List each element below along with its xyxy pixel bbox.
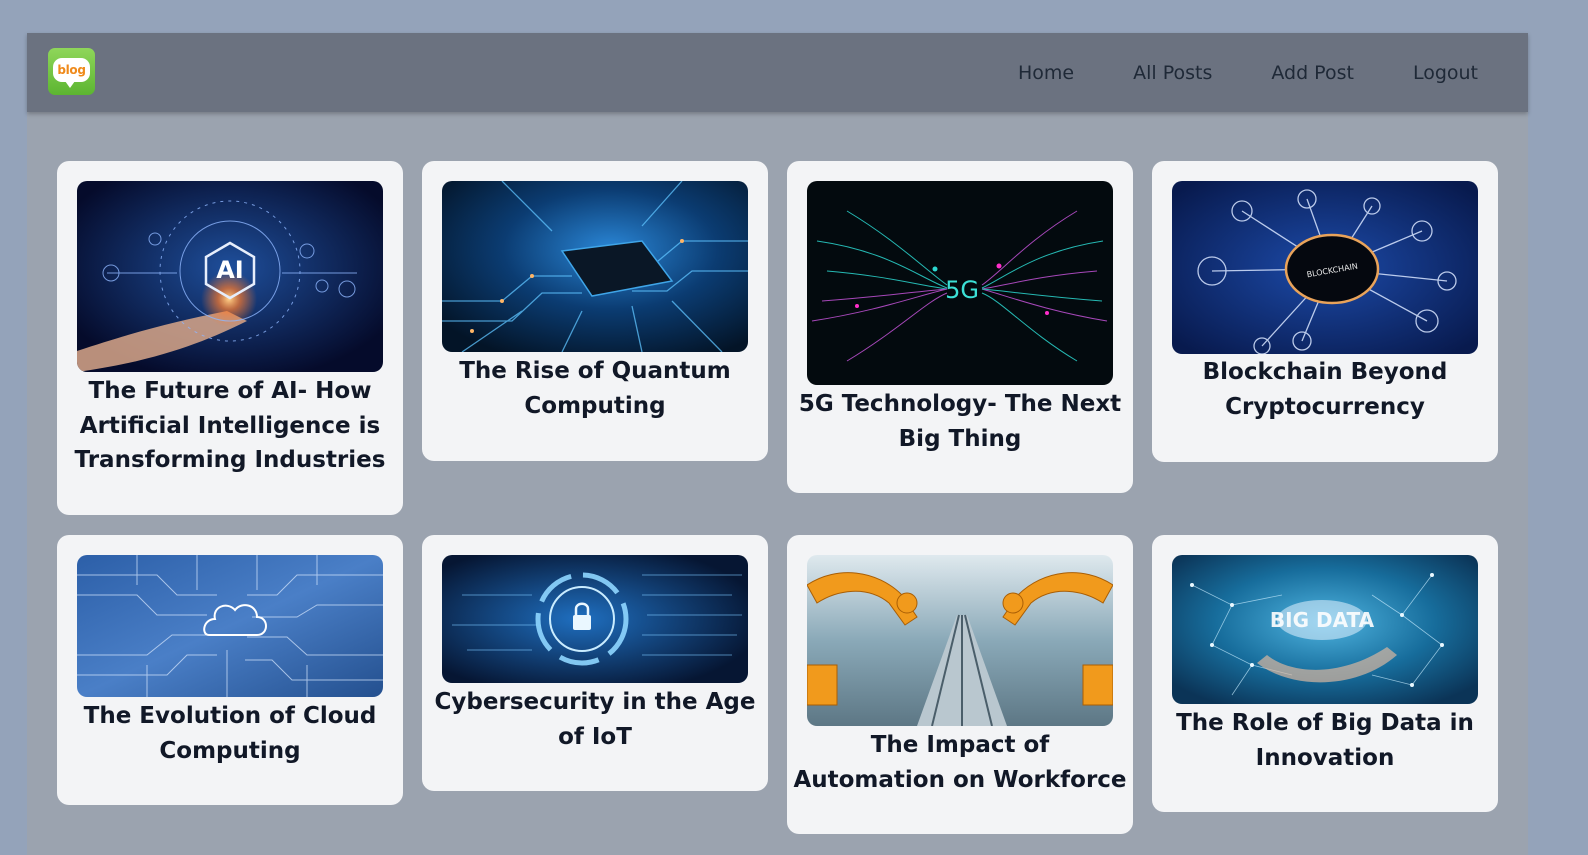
nav-link-add-post[interactable]: Add Post: [1271, 62, 1354, 84]
post-card[interactable]: The Evolution of Cloud Computing: [57, 535, 403, 805]
post-card[interactable]: BIG DATA The Role of Big Data in Innovat…: [1152, 535, 1498, 812]
post-title[interactable]: The Future of AI- How Artificial Intelli…: [57, 374, 403, 478]
post-image: [77, 555, 383, 697]
image-label: 5G: [945, 276, 979, 304]
post-card[interactable]: AI The Future of AI- How Artificial Inte…: [57, 161, 403, 515]
page-frame: blog Home All Posts Add Post Logout AI T…: [27, 33, 1528, 855]
post-image: [442, 181, 748, 352]
post-card[interactable]: Cybersecurity in the Age of IoT: [422, 535, 768, 791]
nav-link-logout[interactable]: Logout: [1413, 62, 1478, 84]
post-title[interactable]: The Evolution of Cloud Computing: [57, 699, 403, 768]
post-card[interactable]: The Impact of Automation on Workforce: [787, 535, 1133, 834]
image-label: AI: [216, 256, 244, 284]
blog-logo[interactable]: blog: [48, 48, 95, 95]
navbar: blog Home All Posts Add Post Logout: [27, 33, 1528, 112]
post-title[interactable]: The Rise of Quantum Computing: [422, 354, 768, 423]
post-title[interactable]: 5G Technology- The Next Big Thing: [787, 387, 1133, 456]
post-image: BLOCKCHAIN: [1172, 181, 1478, 354]
post-image: [807, 555, 1113, 726]
post-card[interactable]: The Rise of Quantum Computing: [422, 161, 768, 461]
nav-link-all-posts[interactable]: All Posts: [1133, 62, 1212, 84]
post-image: BIG DATA: [1172, 555, 1478, 704]
image-label: BIG DATA: [1270, 608, 1375, 632]
logo-text: blog: [53, 57, 90, 88]
post-title[interactable]: The Role of Big Data in Innovation: [1152, 706, 1498, 775]
nav-link-home[interactable]: Home: [1018, 62, 1074, 84]
post-title[interactable]: Blockchain Beyond Cryptocurrency: [1152, 355, 1498, 424]
post-card[interactable]: 5G 5G Technology- The Next Big Thing: [787, 161, 1133, 493]
post-title[interactable]: The Impact of Automation on Workforce: [787, 728, 1133, 797]
nav-links: Home All Posts Add Post Logout: [959, 33, 1478, 112]
post-image: [442, 555, 748, 683]
post-image: 5G: [807, 181, 1113, 385]
post-card[interactable]: BLOCKCHAIN Blockchain Beyond Cryptocurre…: [1152, 161, 1498, 462]
post-image: AI: [77, 181, 383, 372]
post-title[interactable]: Cybersecurity in the Age of IoT: [422, 685, 768, 754]
